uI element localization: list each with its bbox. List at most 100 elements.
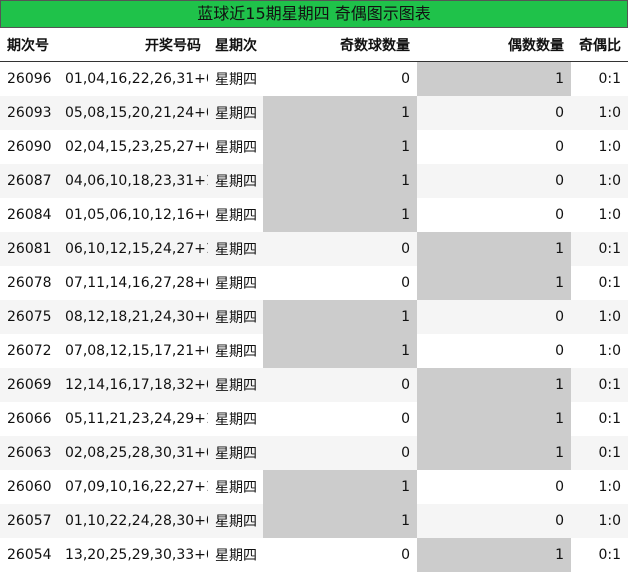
even-count-cell: 1: [417, 232, 571, 266]
weekday-cell: 星期四: [208, 130, 263, 164]
even-count-cell: 0: [417, 164, 571, 198]
even-count-cell: 1: [417, 61, 571, 96]
header-odd-count: 奇数球数量: [263, 28, 417, 62]
period-cell: 26069: [0, 368, 58, 402]
odd-count-cell: 1: [263, 130, 417, 164]
page-title: 蓝球近15期星期四 奇偶图示图表: [0, 0, 628, 28]
weekday-cell: 星期四: [208, 96, 263, 130]
table-row: 26096 01,04,16,22,26,31+04 星期四 0 1 0:1: [0, 61, 628, 96]
table-row: 26084 01,05,06,10,12,16+05 星期四 1 0 1:0: [0, 198, 628, 232]
ratio-cell: 1:0: [571, 130, 628, 164]
weekday-cell: 星期四: [208, 402, 263, 436]
period-cell: 26081: [0, 232, 58, 266]
ratio-cell: 1:0: [571, 164, 628, 198]
ratio-cell: 0:1: [571, 436, 628, 470]
numbers-cell: 02,08,25,28,30,31+02: [58, 436, 208, 470]
header-ratio: 奇偶比: [571, 28, 628, 62]
period-cell: 26075: [0, 300, 58, 334]
even-count-cell: 1: [417, 436, 571, 470]
period-cell: 26063: [0, 436, 58, 470]
even-count-cell: 1: [417, 402, 571, 436]
ratio-cell: 0:1: [571, 368, 628, 402]
odd-count-cell: 1: [263, 198, 417, 232]
ratio-cell: 1:0: [571, 198, 628, 232]
odd-count-cell: 1: [263, 300, 417, 334]
header-numbers: 开奖号码: [58, 28, 208, 62]
table-row: 26078 07,11,14,16,27,28+06 星期四 0 1 0:1: [0, 266, 628, 300]
header-even-count: 偶数数量: [417, 28, 571, 62]
odd-count-cell: 0: [263, 538, 417, 572]
table-row: 26063 02,08,25,28,30,31+02 星期四 0 1 0:1: [0, 436, 628, 470]
weekday-cell: 星期四: [208, 334, 263, 368]
numbers-cell: 01,05,06,10,12,16+05: [58, 198, 208, 232]
even-count-cell: 0: [417, 504, 571, 538]
numbers-cell: 07,11,14,16,27,28+06: [58, 266, 208, 300]
ratio-cell: 1:0: [571, 300, 628, 334]
ratio-cell: 0:1: [571, 402, 628, 436]
weekday-cell: 星期四: [208, 368, 263, 402]
ratio-cell: 1:0: [571, 470, 628, 504]
even-count-cell: 0: [417, 334, 571, 368]
even-count-cell: 0: [417, 470, 571, 504]
ratio-cell: 1:0: [571, 96, 628, 130]
header-weekday: 星期次: [208, 28, 263, 62]
weekday-cell: 星期四: [208, 436, 263, 470]
period-cell: 26066: [0, 402, 58, 436]
numbers-cell: 05,08,15,20,21,24+09: [58, 96, 208, 130]
even-count-cell: 0: [417, 198, 571, 232]
odd-count-cell: 1: [263, 470, 417, 504]
ratio-cell: 0:1: [571, 266, 628, 300]
numbers-cell: 04,06,10,18,23,31+11: [58, 164, 208, 198]
odd-count-cell: 0: [263, 61, 417, 96]
numbers-cell: 12,14,16,17,18,32+08: [58, 368, 208, 402]
chart-page: 蓝球近15期星期四 奇偶图示图表 期次号 开奖号码 星期次 奇数球数量 偶数数量…: [0, 0, 628, 573]
odd-count-cell: 0: [263, 232, 417, 266]
period-cell: 26078: [0, 266, 58, 300]
weekday-cell: 星期四: [208, 470, 263, 504]
weekday-cell: 星期四: [208, 198, 263, 232]
table-row: 26057 01,10,22,24,28,30+07 星期四 1 0 1:0: [0, 504, 628, 538]
table-row: 26093 05,08,15,20,21,24+09 星期四 1 0 1:0: [0, 96, 628, 130]
table-row: 26054 13,20,25,29,30,33+02 星期四 0 1 0:1: [0, 538, 628, 572]
even-count-cell: 1: [417, 538, 571, 572]
header-period: 期次号: [0, 28, 58, 62]
ratio-cell: 0:1: [571, 61, 628, 96]
table-row: 26069 12,14,16,17,18,32+08 星期四 0 1 0:1: [0, 368, 628, 402]
table-header-row: 期次号 开奖号码 星期次 奇数球数量 偶数数量 奇偶比: [0, 28, 628, 62]
table-row: 26090 02,04,15,23,25,27+03 星期四 1 0 1:0: [0, 130, 628, 164]
period-cell: 26057: [0, 504, 58, 538]
odd-count-cell: 0: [263, 266, 417, 300]
numbers-cell: 13,20,25,29,30,33+02: [58, 538, 208, 572]
table-row: 26087 04,06,10,18,23,31+11 星期四 1 0 1:0: [0, 164, 628, 198]
ratio-cell: 0:1: [571, 538, 628, 572]
period-cell: 26090: [0, 130, 58, 164]
numbers-cell: 08,12,18,21,24,30+01: [58, 300, 208, 334]
table-row: 26075 08,12,18,21,24,30+01 星期四 1 0 1:0: [0, 300, 628, 334]
weekday-cell: 星期四: [208, 504, 263, 538]
even-count-cell: 0: [417, 300, 571, 334]
ratio-cell: 1:0: [571, 504, 628, 538]
period-cell: 26072: [0, 334, 58, 368]
period-cell: 26084: [0, 198, 58, 232]
odd-count-cell: 1: [263, 96, 417, 130]
ratio-cell: 0:1: [571, 232, 628, 266]
period-cell: 26060: [0, 470, 58, 504]
table-row: 26060 07,09,10,16,22,27+11 星期四 1 0 1:0: [0, 470, 628, 504]
even-count-cell: 0: [417, 130, 571, 164]
numbers-cell: 01,04,16,22,26,31+04: [58, 61, 208, 96]
ratio-cell: 1:0: [571, 334, 628, 368]
even-count-cell: 1: [417, 266, 571, 300]
period-cell: 26087: [0, 164, 58, 198]
period-cell: 26054: [0, 538, 58, 572]
odd-count-cell: 0: [263, 368, 417, 402]
odd-even-table: 期次号 开奖号码 星期次 奇数球数量 偶数数量 奇偶比 26096 01,04,1…: [0, 28, 628, 572]
table-row: 26066 05,11,21,23,24,29+16 星期四 0 1 0:1: [0, 402, 628, 436]
weekday-cell: 星期四: [208, 164, 263, 198]
weekday-cell: 星期四: [208, 538, 263, 572]
numbers-cell: 01,10,22,24,28,30+07: [58, 504, 208, 538]
weekday-cell: 星期四: [208, 266, 263, 300]
numbers-cell: 05,11,21,23,24,29+16: [58, 402, 208, 436]
period-cell: 26093: [0, 96, 58, 130]
odd-count-cell: 1: [263, 334, 417, 368]
even-count-cell: 1: [417, 368, 571, 402]
